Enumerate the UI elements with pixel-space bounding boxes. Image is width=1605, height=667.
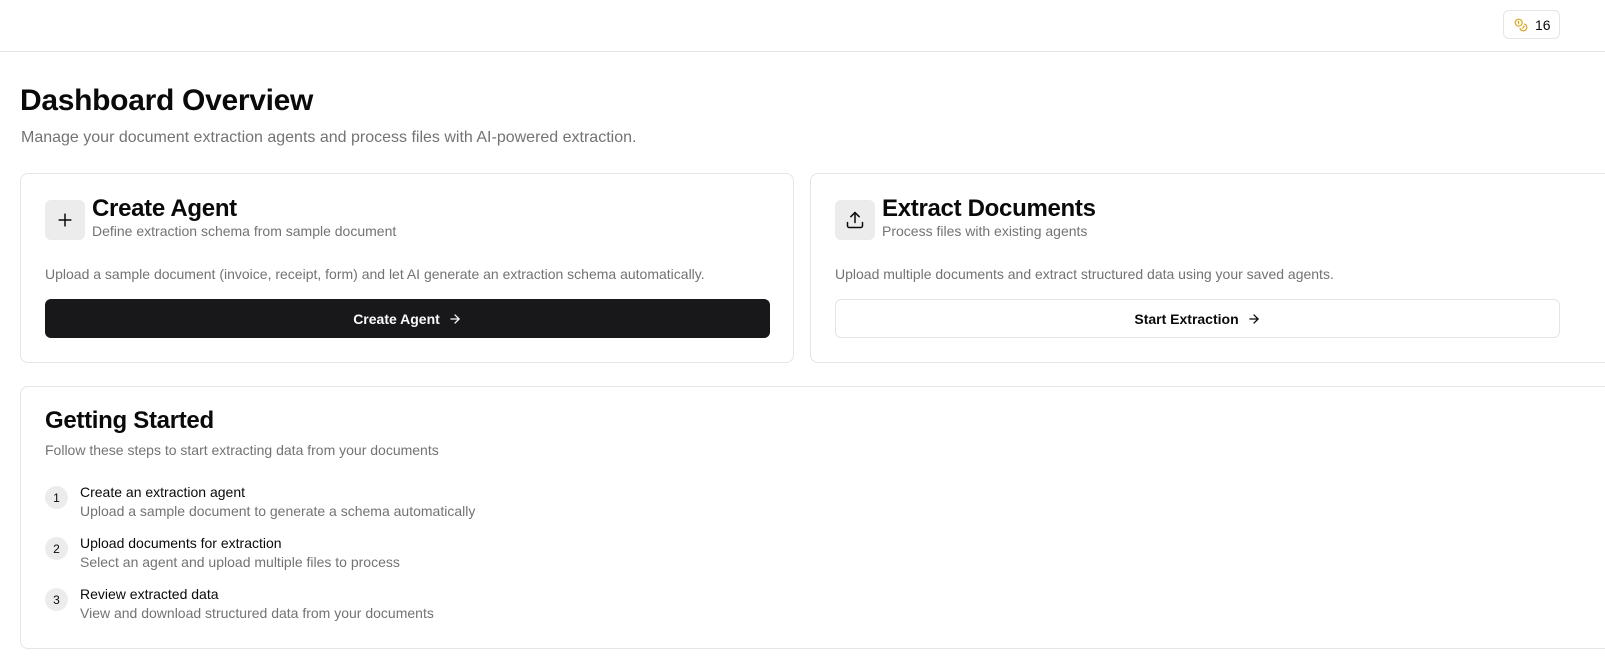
getting-started-card: Getting Started Follow these steps to st… — [20, 386, 1605, 649]
step-item: 2 Upload documents for extraction Select… — [45, 535, 645, 577]
credits-badge[interactable]: 16 — [1503, 10, 1560, 39]
step-item: 1 Create an extraction agent Upload a sa… — [45, 484, 645, 526]
coins-icon — [1514, 18, 1528, 32]
getting-started-title: Getting Started — [45, 407, 214, 434]
step-number: 2 — [45, 537, 68, 560]
create-agent-card: Create Agent Define extraction schema fr… — [20, 173, 794, 363]
page-title: Dashboard Overview — [20, 84, 314, 117]
card-subtitle: Define extraction schema from sample doc… — [92, 223, 397, 239]
start-extraction-button[interactable]: Start Extraction — [835, 299, 1560, 338]
arrow-right-icon — [1247, 312, 1261, 326]
top-bar: 16 — [0, 0, 1605, 52]
step-description: View and download structured data from y… — [80, 605, 434, 621]
card-subtitle: Process files with existing agents — [882, 223, 1088, 239]
page-subtitle: Manage your document extraction agents a… — [21, 129, 637, 146]
create-agent-button[interactable]: Create Agent — [45, 299, 770, 338]
card-description: Upload multiple documents and extract st… — [835, 266, 1334, 282]
plus-icon — [45, 200, 85, 240]
getting-started-subtitle: Follow these steps to start extracting d… — [45, 442, 439, 458]
step-description: Select an agent and upload multiple file… — [80, 554, 400, 570]
button-label: Create Agent — [353, 310, 440, 327]
step-title: Create an extraction agent — [80, 484, 245, 500]
extract-documents-card: Extract Documents Process files with exi… — [810, 173, 1605, 363]
step-title: Upload documents for extraction — [80, 535, 282, 551]
step-title: Review extracted data — [80, 586, 219, 602]
step-description: Upload a sample document to generate a s… — [80, 503, 476, 519]
credits-count: 16 — [1535, 16, 1551, 33]
arrow-right-icon — [448, 312, 462, 326]
step-number: 3 — [45, 588, 68, 611]
upload-icon — [835, 200, 875, 240]
card-title: Extract Documents — [882, 195, 1096, 222]
step-item: 3 Review extracted data View and downloa… — [45, 586, 645, 628]
step-number: 1 — [45, 486, 68, 509]
card-description: Upload a sample document (invoice, recei… — [45, 266, 705, 282]
card-title: Create Agent — [92, 195, 237, 222]
button-label: Start Extraction — [1134, 310, 1239, 327]
